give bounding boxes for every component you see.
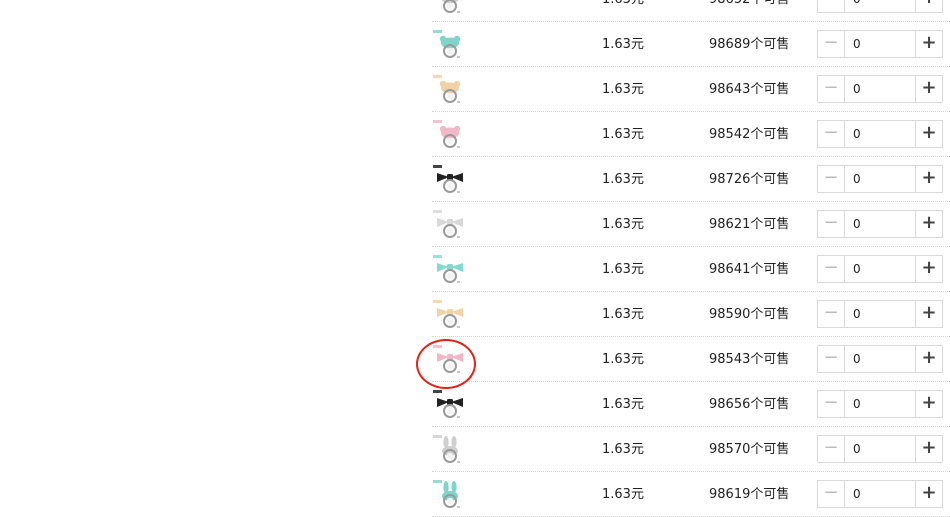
decrease-quantity-button[interactable]: − [818,0,845,12]
stock-available: 98570个可售 [709,442,790,457]
stock-available: 98621个可售 [709,217,790,232]
quantity-input[interactable] [846,0,913,10]
stock-available: 98689个可售 [709,37,790,52]
product-thumbnail[interactable] [432,0,468,17]
product-thumbnail[interactable] [432,208,468,242]
sku-row: 1.63元98641个可售−+ [432,247,950,292]
stock-available: 98543个可售 [709,352,790,367]
quantity-stepper: −+ [817,435,943,463]
product-thumbnail[interactable] [432,298,468,332]
quantity-stepper: −+ [817,480,943,508]
product-thumbnail[interactable] [432,253,468,287]
sku-row: 1.63元98656个可售−+ [432,382,950,427]
product-thumbnail[interactable] [432,388,468,422]
quantity-input[interactable] [846,168,913,190]
decrease-quantity-button[interactable]: − [818,346,845,372]
stock-available: 98619个可售 [709,487,790,502]
quantity-input[interactable] [846,33,913,55]
decrease-quantity-button[interactable]: − [818,256,845,282]
sku-list: 1.63元98652个可售−+1.63元98689个可售−+1.63元98643… [432,0,950,517]
unit-price: 1.63元 [602,0,644,22]
quantity-input[interactable] [846,348,913,370]
product-thumbnail[interactable] [432,433,468,467]
decrease-quantity-button[interactable]: − [818,166,845,192]
unit-price: 1.63元 [602,172,644,187]
quantity-input[interactable] [846,213,913,235]
unit-price: 1.63元 [602,352,644,367]
product-thumbnail[interactable] [432,118,468,152]
decrease-quantity-button[interactable]: − [818,76,845,102]
unit-price: 1.63元 [602,217,644,232]
increase-quantity-button[interactable]: + [915,211,942,237]
unit-price: 1.63元 [602,307,644,322]
decrease-quantity-button[interactable]: − [818,436,845,462]
product-thumbnail[interactable] [432,163,468,197]
stock-available: 98726个可售 [709,172,790,187]
decrease-quantity-button[interactable]: − [818,31,845,57]
quantity-stepper: −+ [817,345,943,373]
product-thumbnail[interactable] [432,343,468,377]
sku-row: 1.63元98643个可售−+ [432,67,950,112]
increase-quantity-button[interactable]: + [915,31,942,57]
stock-available: 98643个可售 [709,82,790,97]
unit-price: 1.63元 [602,37,644,52]
quantity-stepper: −+ [817,30,943,58]
stock-available: 98641个可售 [709,262,790,277]
sku-row: 1.63元98619个可售−+ [432,472,950,517]
increase-quantity-button[interactable]: + [915,301,942,327]
increase-quantity-button[interactable]: + [915,121,942,147]
quantity-stepper: −+ [817,300,943,328]
increase-quantity-button[interactable]: + [915,76,942,102]
quantity-input[interactable] [846,393,913,415]
quantity-stepper: −+ [817,165,943,193]
quantity-input[interactable] [846,303,913,325]
decrease-quantity-button[interactable]: − [818,481,845,507]
decrease-quantity-button[interactable]: − [818,301,845,327]
increase-quantity-button[interactable]: + [915,256,942,282]
increase-quantity-button[interactable]: + [915,436,942,462]
product-thumbnail[interactable] [432,73,468,107]
quantity-input[interactable] [846,123,913,145]
unit-price: 1.63元 [602,397,644,412]
quantity-stepper: −+ [817,0,943,13]
quantity-input[interactable] [846,258,913,280]
increase-quantity-button[interactable]: + [915,0,942,12]
unit-price: 1.63元 [602,442,644,457]
sku-row: 1.63元98570个可售−+ [432,427,950,472]
stock-available: 98656个可售 [709,397,790,412]
quantity-stepper: −+ [817,255,943,283]
sku-row: 1.63元98543个可售−+ [432,337,950,382]
sku-row: 1.63元98590个可售−+ [432,292,950,337]
quantity-input[interactable] [846,483,913,505]
decrease-quantity-button[interactable]: − [818,391,845,417]
quantity-stepper: −+ [817,210,943,238]
decrease-quantity-button[interactable]: − [818,121,845,147]
unit-price: 1.63元 [602,487,644,502]
increase-quantity-button[interactable]: + [915,166,942,192]
quantity-input[interactable] [846,78,913,100]
unit-price: 1.63元 [602,82,644,97]
quantity-input[interactable] [846,438,913,460]
quantity-stepper: −+ [817,120,943,148]
increase-quantity-button[interactable]: + [915,481,942,507]
sku-row: 1.63元98726个可售−+ [432,157,950,202]
stock-available: 98652个可售 [709,0,789,22]
product-thumbnail[interactable] [432,28,468,62]
unit-price: 1.63元 [602,262,644,277]
sku-row: 1.63元98621个可售−+ [432,202,950,247]
increase-quantity-button[interactable]: + [915,346,942,372]
quantity-stepper: −+ [817,390,943,418]
sku-row: 1.63元98689个可售−+ [432,22,950,67]
sku-row: 1.63元98542个可售−+ [432,112,950,157]
stock-available: 98542个可售 [709,127,790,142]
product-thumbnail[interactable] [432,478,468,512]
stock-available: 98590个可售 [709,307,790,322]
sku-row: 1.63元98652个可售−+ [432,0,950,22]
increase-quantity-button[interactable]: + [915,391,942,417]
quantity-stepper: −+ [817,75,943,103]
unit-price: 1.63元 [602,127,644,142]
decrease-quantity-button[interactable]: − [818,211,845,237]
